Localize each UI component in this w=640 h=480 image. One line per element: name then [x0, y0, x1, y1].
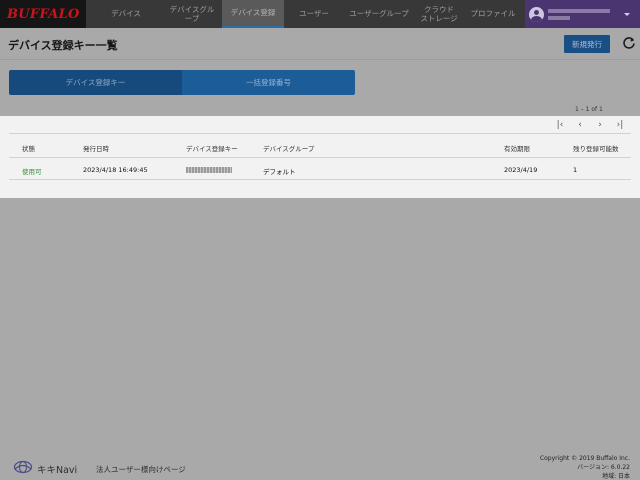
row-issued: 2023/4/18 16:49:45 — [83, 166, 148, 174]
row-remaining: 1 — [573, 166, 578, 174]
nav-label: デバイス登録 — [230, 8, 276, 18]
tab-device-registration-keys[interactable]: デバイス登録キー — [9, 70, 182, 95]
nav-item-device-groups[interactable]: デバイスグループ — [166, 0, 218, 28]
view-toggle: デバイス登録キー 一括登録番号 — [9, 70, 355, 95]
nav-item-user-groups[interactable]: ユーザーグループ — [344, 0, 414, 28]
nav-item-users[interactable]: ユーザー — [284, 0, 344, 28]
nav-item-devices[interactable]: デバイス — [86, 0, 166, 28]
avatar — [529, 6, 544, 22]
tab-bulk-registration-numbers[interactable]: 一括登録番号 — [182, 70, 355, 95]
user-name-redacted — [548, 8, 610, 20]
col-header-status[interactable]: 状態 — [22, 143, 35, 153]
nav-label: ユーザーグループ — [349, 9, 409, 19]
row-registration-key-redacted[interactable] — [186, 167, 232, 173]
tab-label: 一括登録番号 — [246, 78, 291, 87]
divider — [9, 133, 631, 134]
footer-brand: キキNavi — [37, 465, 78, 476]
nav-label: デバイス — [111, 9, 141, 19]
row-expiry: 2023/4/19 — [504, 166, 538, 174]
col-header-issued[interactable]: 発行日時 — [83, 143, 109, 153]
region-text: 地域: 日本 — [602, 473, 630, 480]
first-page-icon[interactable]: |‹ — [554, 119, 566, 130]
copyright-block: Copyright © 2019 Buffalo Inc. バージョン: 6.0… — [540, 454, 630, 480]
kikinavi-logo-icon — [13, 460, 33, 474]
nav-label: プロファイル — [470, 9, 516, 19]
footer-tagline: 法人ユーザー様向けページ — [96, 465, 186, 474]
page-title: デバイス登録キー一覧 — [8, 39, 118, 52]
last-page-icon[interactable]: ›| — [614, 119, 626, 130]
new-issue-button[interactable]: 新規発行 — [564, 35, 610, 53]
nav-item-cloud-storage[interactable]: クラウド ストレージ — [414, 0, 464, 28]
buffalo-logo[interactable]: BUFFALO — [0, 0, 86, 28]
nav-label: ユーザー — [299, 9, 329, 19]
pagination-count: 1 – 1 of 1 — [575, 106, 603, 113]
prev-page-icon[interactable]: ‹ — [574, 119, 586, 130]
nav-label: クラウド ストレージ — [420, 4, 458, 23]
title-bar: デバイス登録キー一覧 — [0, 28, 640, 60]
col-header-group[interactable]: デバイスグループ — [263, 143, 314, 153]
col-header-expiry[interactable]: 有効期限 — [504, 143, 530, 153]
tab-label: デバイス登録キー — [65, 78, 126, 87]
caret-down-icon — [624, 13, 630, 16]
refresh-icon[interactable] — [622, 36, 636, 50]
col-header-remaining[interactable]: 残り登録可能数 — [573, 143, 619, 153]
nav-label: デバイスグループ — [169, 4, 215, 23]
row-status: 使用可 — [22, 168, 42, 176]
nav-item-device-registration[interactable]: デバイス登録 — [222, 0, 284, 28]
user-menu[interactable] — [525, 0, 640, 28]
nav-item-profile[interactable]: プロファイル — [464, 0, 522, 28]
col-header-key[interactable]: デバイス登録キー — [186, 143, 238, 153]
divider — [9, 179, 631, 180]
copyright-text: Copyright © 2019 Buffalo Inc. — [539, 455, 630, 462]
next-page-icon[interactable]: › — [594, 119, 606, 130]
logo-text: BUFFALO — [7, 6, 80, 22]
divider — [9, 157, 631, 158]
version-text: バージョン: 6.0.22 — [577, 464, 630, 471]
row-device-group: デフォルト — [263, 168, 296, 176]
